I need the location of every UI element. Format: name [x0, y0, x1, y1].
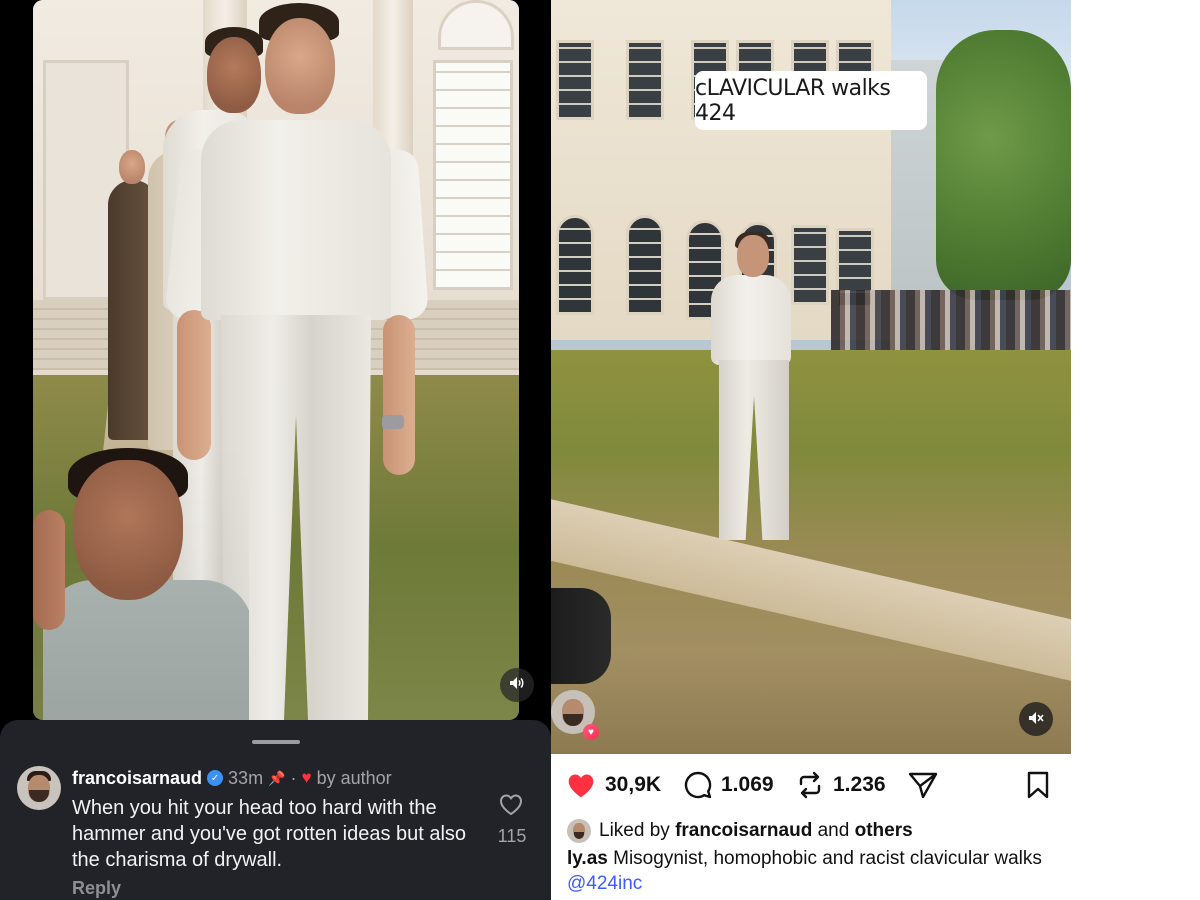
comment-bubble-icon — [684, 771, 712, 799]
caption-mention[interactable]: @424inc — [567, 873, 642, 894]
liked-by-author-label: by author — [316, 767, 392, 788]
comment-like-button[interactable] — [498, 792, 526, 818]
heart-outline-icon — [499, 794, 523, 816]
repost-button[interactable]: 1.236 — [795, 762, 886, 808]
post-caption: ly.as Misogynist, homophobic and racist … — [567, 846, 1057, 896]
heart-icon: ♥ — [301, 768, 312, 787]
repost-count: 1.236 — [833, 773, 886, 796]
comment-header: francoisarnaud ✓ 33m 📌 · ♥ by author — [72, 766, 392, 790]
reply-button[interactable]: Reply — [72, 878, 121, 899]
reel-panel: francoisarnaud ✓ 33m 📌 · ♥ by author Whe… — [0, 0, 551, 900]
video-speaker — [551, 588, 611, 684]
mute-button[interactable] — [1019, 702, 1053, 736]
heart-badge-icon: ♥ — [583, 724, 599, 740]
comment-count: 1.069 — [721, 773, 774, 796]
repost-icon — [799, 771, 821, 799]
volume-button[interactable] — [500, 668, 534, 702]
save-button[interactable] — [1025, 762, 1051, 808]
pin-icon: 📌 — [268, 769, 286, 786]
liked-by-prefix: Liked by — [599, 820, 670, 841]
comment-button[interactable]: 1.069 — [683, 762, 774, 808]
post-action-bar: 30,9K 1.069 1.236 — [551, 762, 1071, 808]
share-button[interactable] — [907, 762, 939, 808]
send-icon — [908, 772, 938, 799]
comment-time: 33m — [228, 767, 264, 788]
poster-story-avatar[interactable]: ♥ — [551, 690, 599, 742]
like-count: 30,9K — [605, 773, 662, 796]
comment-sheet: francoisarnaud ✓ 33m 📌 · ♥ by author Whe… — [0, 720, 551, 900]
screenshot-collage: francoisarnaud ✓ 33m 📌 · ♥ by author Whe… — [0, 0, 1200, 900]
video-window — [433, 60, 513, 290]
muted-speaker-icon — [1028, 711, 1044, 728]
comment-separator: · — [290, 767, 297, 788]
like-button[interactable]: 30,9K — [565, 762, 661, 808]
speaker-icon — [509, 676, 525, 694]
sheet-drag-handle[interactable] — [252, 740, 300, 744]
comment-username[interactable]: francoisarnaud — [72, 768, 202, 789]
heart-filled-icon — [568, 774, 594, 798]
liked-by-conjunction: and — [817, 820, 850, 841]
liker-avatar — [567, 819, 591, 843]
commenter-avatar[interactable] — [17, 766, 61, 810]
liked-by-row[interactable]: Liked by francoisarnaud and others — [567, 818, 913, 844]
video-text-overlay: cLAVICULAR walks 424 — [695, 71, 927, 130]
model-walking — [701, 230, 821, 560]
comment-text: When you hit your head too hard with the… — [72, 797, 467, 871]
comment-like-count: 115 — [497, 826, 527, 846]
creator-selfie-overlay — [33, 440, 249, 720]
caption-username[interactable]: ly.as — [567, 848, 608, 869]
liked-by-user[interactable]: francoisarnaud — [675, 820, 812, 841]
bookmark-icon — [1027, 771, 1049, 799]
caption-text: Misogynist, homophobic and racist clavic… — [607, 848, 1042, 869]
verified-badge-icon: ✓ — [207, 770, 224, 786]
reel-video[interactable] — [33, 0, 519, 720]
post-panel: cLAVICULAR walks 424 ♥ 30,9K 1.069 1.236… — [551, 0, 1071, 900]
video-arch — [438, 0, 514, 50]
post-video[interactable]: cLAVICULAR walks 424 ♥ — [551, 0, 1071, 754]
video-tree — [936, 30, 1071, 300]
liked-by-others[interactable]: others — [855, 820, 913, 841]
